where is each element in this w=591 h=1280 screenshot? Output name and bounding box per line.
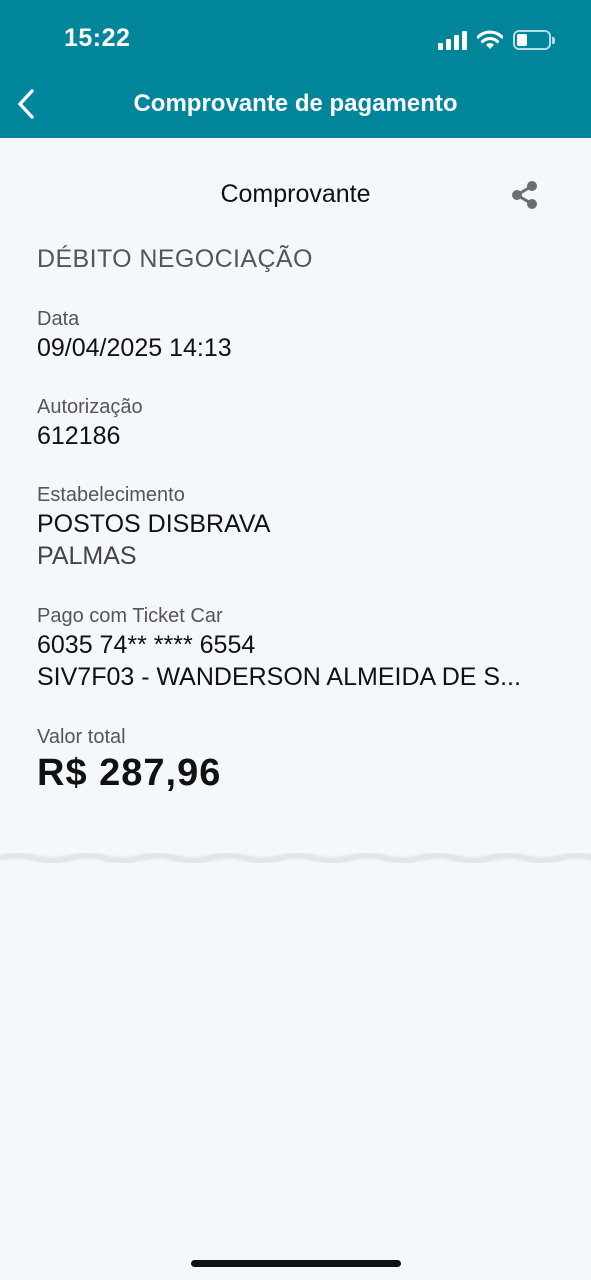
signal-icon <box>438 30 467 50</box>
receipt-title: Comprovante <box>220 180 371 208</box>
page-title: Comprovante de pagamento <box>133 90 458 117</box>
receipt-torn-edge <box>0 854 591 862</box>
authorization-label: Autorização <box>37 396 143 418</box>
card-number: 6035 74** **** 6554 <box>37 631 256 659</box>
date-label: Data <box>37 308 80 330</box>
card-holder: SIV7F03 - WANDERSON ALMEIDA DE S... <box>37 663 521 691</box>
total-label: Valor total <box>37 726 126 748</box>
total-value: R$ 287,96 <box>37 752 222 794</box>
authorization-value: 612186 <box>37 422 121 450</box>
share-button[interactable] <box>508 178 542 212</box>
establishment-city: PALMAS <box>37 542 137 570</box>
establishment-label: Estabelecimento <box>37 484 185 506</box>
status-icons <box>438 26 555 54</box>
paid-with-label: Pago com Ticket Car <box>37 605 223 627</box>
app-header: 15:22 Comprovante de pagamento <box>0 0 591 138</box>
battery-icon <box>513 30 555 50</box>
status-time: 15:22 <box>64 24 131 52</box>
establishment-name: POSTOS DISBRAVA <box>37 510 271 538</box>
battery-level <box>517 34 527 46</box>
wifi-icon <box>477 30 503 49</box>
share-icon <box>512 181 537 209</box>
home-indicator[interactable] <box>191 1260 401 1267</box>
transaction-type: DÉBITO NEGOCIAÇÃO <box>37 245 313 273</box>
date-value: 09/04/2025 14:13 <box>37 334 232 362</box>
